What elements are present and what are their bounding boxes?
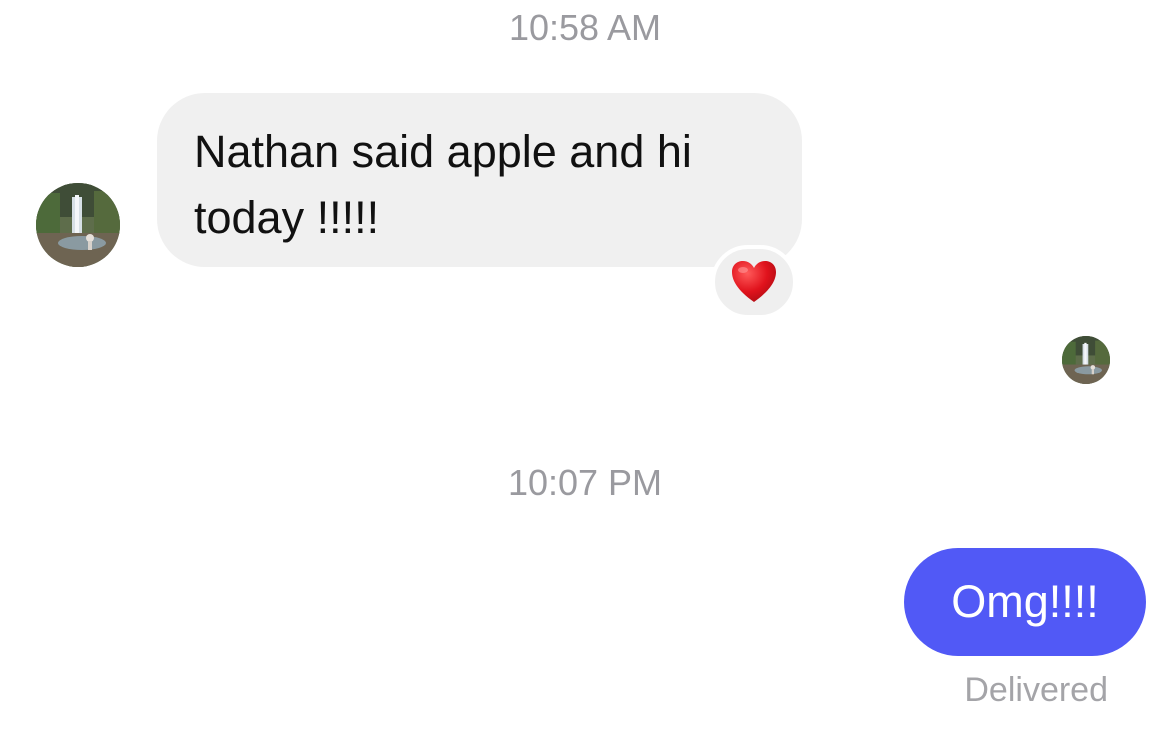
outgoing-message-bubble[interactable]: Omg!!!! [904,548,1146,656]
read-receipt-avatar [1062,336,1110,384]
waterfall-photo-icon [1062,336,1110,384]
sender-avatar[interactable] [36,183,120,267]
reaction-badge[interactable] [711,245,797,319]
timestamp: 10:58 AM [508,7,662,48]
delivery-status: Delivered [964,671,1108,709]
incoming-message-bubble[interactable]: Nathan said apple and hi today !!!!! [157,93,802,267]
heart-icon [732,261,776,302]
incoming-message-text: Nathan said apple and hi today !!!!! [194,126,692,243]
outgoing-message-text: Omg!!!! [951,576,1099,627]
timestamp: 10:07 PM [507,462,663,503]
waterfall-photo-icon [36,183,120,267]
